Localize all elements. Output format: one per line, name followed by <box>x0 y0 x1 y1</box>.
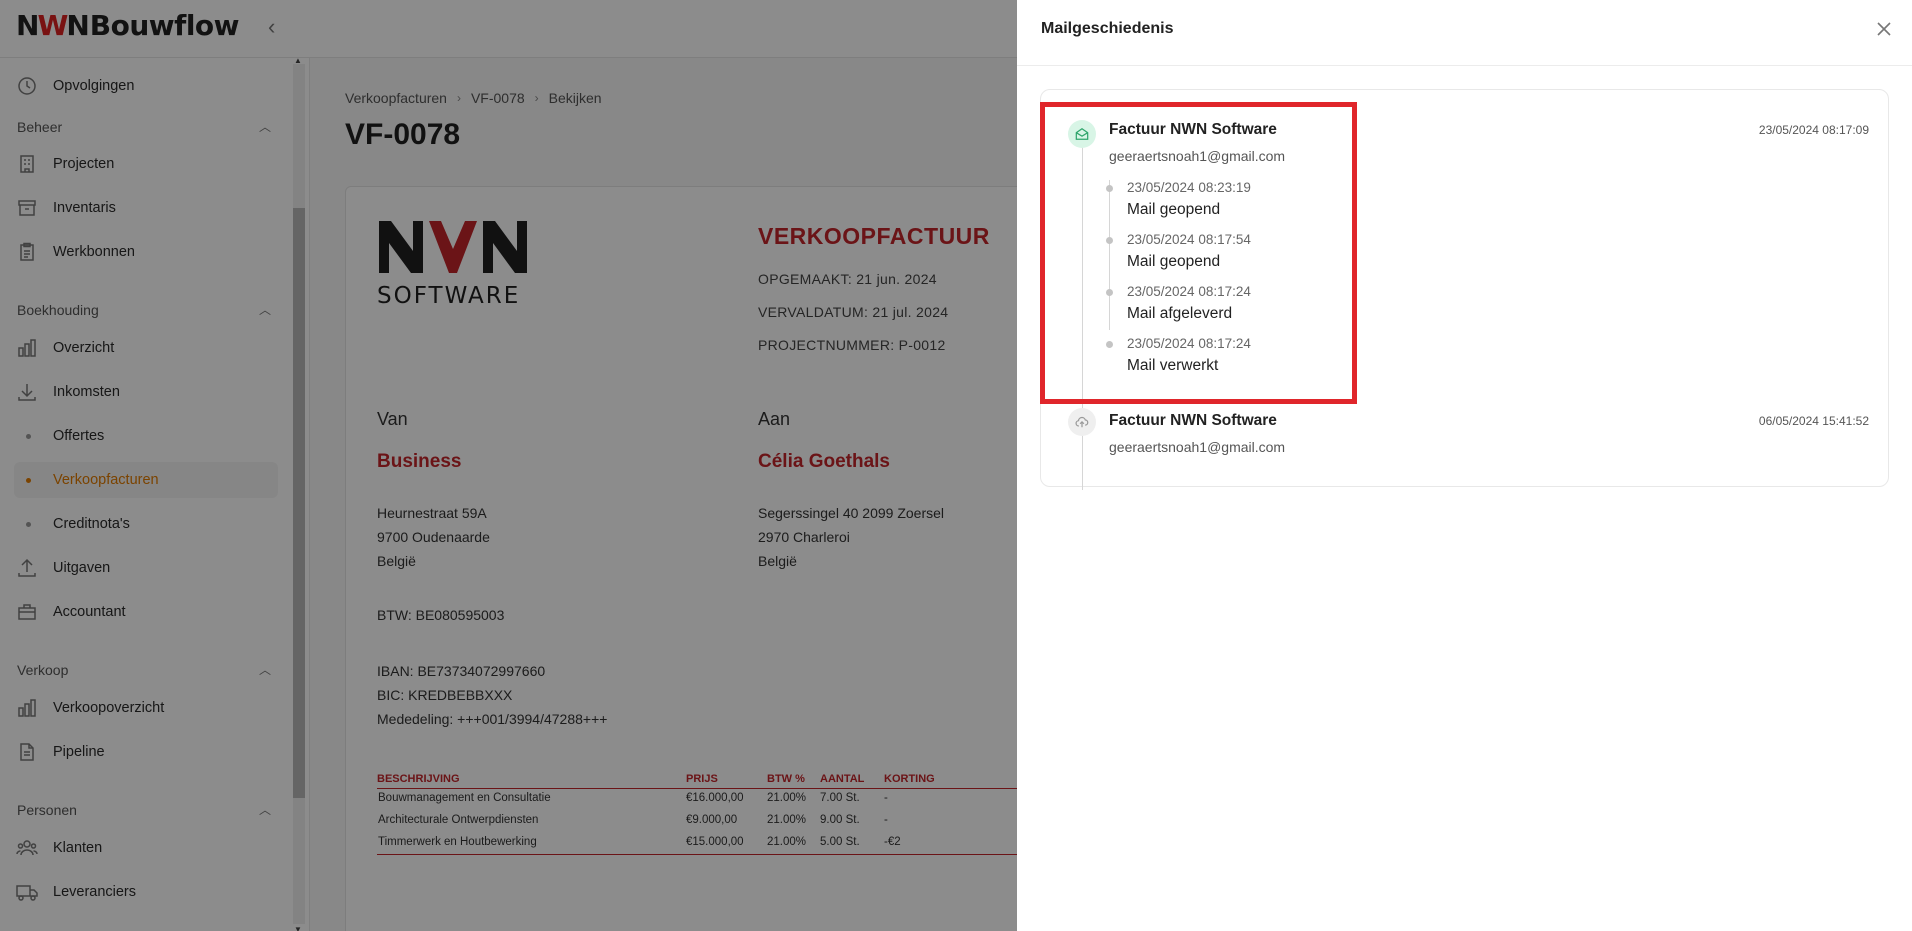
cloud-upload-icon <box>1068 408 1096 436</box>
mail-entry-date: 23/05/2024 08:17:09 <box>1758 123 1869 137</box>
mail-entry-email: geeraertsnoah1@gmail.com <box>1109 439 1286 455</box>
drawer-title: Mailgeschiedenis <box>1041 20 1174 37</box>
highlight-box <box>1040 102 1357 404</box>
modal-backdrop[interactable] <box>0 0 1017 931</box>
drawer-header: Mailgeschiedenis <box>1017 0 1912 66</box>
mail-entry-title[interactable]: Factuur NWN Software <box>1109 412 1277 430</box>
mail-entry-date: 06/05/2024 15:41:52 <box>1758 414 1869 428</box>
close-icon[interactable] <box>1871 16 1897 42</box>
